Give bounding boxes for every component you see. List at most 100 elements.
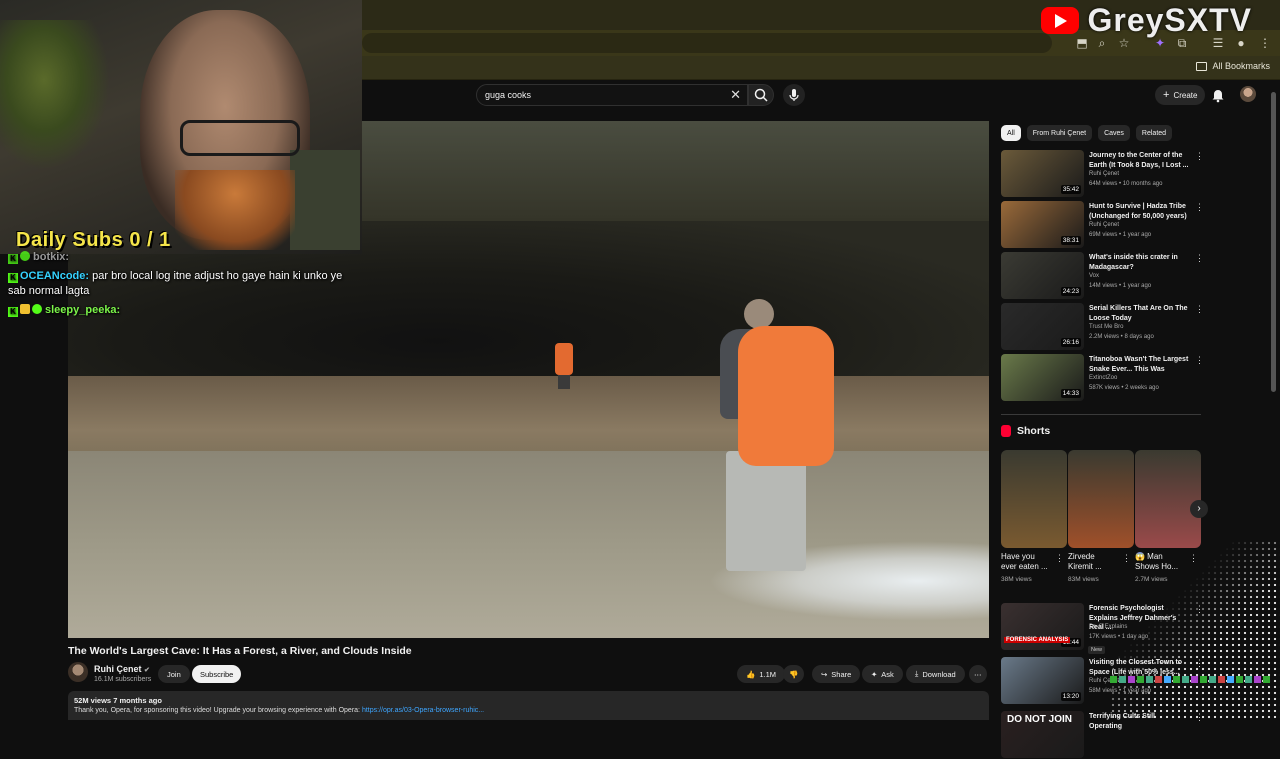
- video-title[interactable]: Journey to the Center of the Earth (It T…: [1089, 151, 1189, 170]
- share-button[interactable]: ↪ Share: [812, 665, 861, 683]
- more-actions-button[interactable]: ⋯: [969, 665, 987, 683]
- streamer-webcam: [0, 0, 362, 254]
- short-title[interactable]: Have you ever eaten ...: [1001, 552, 1049, 572]
- distant-hiker-legs: [558, 375, 570, 389]
- chip-caves[interactable]: Caves: [1098, 125, 1130, 141]
- shorts-next-arrow[interactable]: ›: [1190, 500, 1208, 518]
- thumbs-down-icon: 👎: [789, 669, 799, 679]
- daily-subs-counter: Daily Subs 0 / 1: [16, 229, 171, 251]
- all-bookmarks-button[interactable]: All Bookmarks: [1196, 61, 1270, 71]
- video-title[interactable]: Hunt to Survive | Hadza Tribe (Unchanged…: [1089, 202, 1189, 221]
- channel-name[interactable]: ExtinctZoo: [1089, 375, 1117, 381]
- create-button[interactable]: + Create: [1155, 85, 1206, 105]
- more-options-icon[interactable]: ⋮: [1195, 305, 1204, 314]
- video-duration: 14:33: [1060, 389, 1081, 398]
- download-button[interactable]: ⤓ Download: [906, 665, 965, 683]
- video-meta: 64M views • 10 months ago: [1089, 181, 1163, 187]
- sparkle-icon: ✦: [871, 669, 878, 679]
- orange-backpack: [738, 326, 834, 466]
- more-options-icon[interactable]: ⋮: [1195, 356, 1204, 365]
- subscriber-count: 16.1M subscribers: [94, 676, 152, 683]
- recommendation-item[interactable]: 26:16 Serial Killers That Are On The Loos…: [1001, 303, 1204, 351]
- subscribe-button[interactable]: Subscribe: [192, 665, 242, 683]
- search-icon: [754, 88, 768, 102]
- video-title[interactable]: Titanoboa Wasn't The Largest Snake Ever.…: [1089, 355, 1189, 374]
- chat-username: OCEANcode:: [20, 270, 90, 282]
- recommendation-item[interactable]: 38:31 Hunt to Survive | Hadza Tribe (Unch…: [1001, 201, 1204, 249]
- color-squares-decoration: [1110, 676, 1270, 683]
- video-thumbnail[interactable]: 35:42: [1001, 150, 1084, 197]
- short-thumbnail[interactable]: [1135, 450, 1201, 548]
- chip-all[interactable]: All: [1001, 125, 1021, 141]
- more-options-icon[interactable]: ⋮: [1195, 152, 1204, 161]
- chip-from-channel[interactable]: From Ruhi Çenet: [1026, 125, 1093, 141]
- recommendation-item[interactable]: 24:23 What's inside this crater in Madaga…: [1001, 252, 1204, 300]
- search-button[interactable]: [748, 84, 774, 106]
- shorts-icon: [1001, 425, 1011, 437]
- view-count-date: 52M views 7 months ago: [74, 696, 162, 705]
- description-box[interactable]: 52M views 7 months ago Thank you, Opera,…: [68, 691, 989, 720]
- channel-name-text: Ruhi Çenet: [94, 664, 142, 674]
- page-scrollbar[interactable]: [1271, 92, 1276, 392]
- account-avatar[interactable]: [1240, 86, 1256, 102]
- join-button[interactable]: Join: [158, 665, 190, 683]
- chat-message: K OCEANcode: par bro local log itne adjus…: [8, 269, 348, 299]
- recommendation-item[interactable]: 35:42 Journey to the Center of the Earth …: [1001, 150, 1204, 198]
- short-views: 38M views: [1001, 576, 1032, 583]
- video-title[interactable]: Serial Killers That Are On The Loose Tod…: [1089, 304, 1189, 323]
- like-count: 1.1M: [759, 669, 777, 679]
- chip-related[interactable]: Related: [1135, 125, 1173, 141]
- channel-name[interactable]: Ruhi Çenet ✔: [94, 664, 150, 674]
- search-box: ✕: [476, 84, 748, 106]
- video-thumbnail[interactable]: 26:16: [1001, 303, 1084, 350]
- browser-menu-icon[interactable]: ⋮: [1257, 35, 1273, 51]
- chat-message: Ksleepy_peeka:: [8, 303, 348, 318]
- kick-badge-icon: K: [8, 273, 18, 283]
- more-options-icon[interactable]: ⋮: [1195, 203, 1204, 212]
- like-button[interactable]: 👍 1.1M: [737, 665, 786, 683]
- chat-username: sleepy_peeka:: [45, 304, 121, 316]
- share-icon: ↪: [821, 669, 828, 679]
- more-options-icon[interactable]: ⋮: [1195, 254, 1204, 263]
- clear-search-icon[interactable]: ✕: [730, 87, 741, 103]
- description-link[interactable]: https://opr.as/03-Opera-browser-ruhic...: [362, 707, 484, 714]
- video-title[interactable]: What's inside this crater in Madagascar?: [1089, 253, 1189, 272]
- all-bookmarks-label: All Bookmarks: [1212, 61, 1270, 71]
- dislike-button[interactable]: 👎: [783, 665, 805, 683]
- video-duration: 24:23: [1060, 287, 1081, 296]
- notifications-bell-icon[interactable]: [1211, 87, 1225, 103]
- voice-search-button[interactable]: [783, 84, 805, 106]
- share-label: Share: [831, 669, 852, 679]
- channel-name[interactable]: Ruhi Çenet: [1089, 222, 1119, 228]
- channel-avatar[interactable]: [68, 662, 88, 682]
- video-thumbnail[interactable]: 13:20: [1001, 657, 1084, 704]
- folder-icon: [1196, 61, 1208, 71]
- recommendation-item[interactable]: 14:33 Titanoboa Wasn't The Largest Snake …: [1001, 354, 1204, 402]
- ask-button[interactable]: ✦ Ask: [862, 665, 903, 683]
- description-text: Thank you, Opera, for sponsoring this vi…: [74, 707, 983, 714]
- address-bar[interactable]: [362, 33, 1052, 53]
- short-thumbnail[interactable]: [1068, 450, 1134, 548]
- channel-name[interactable]: Ruhi Çenet: [1089, 171, 1119, 177]
- channel-name[interactable]: Trust Me Bro: [1089, 324, 1123, 330]
- video-thumbnail[interactable]: 24:23: [1001, 252, 1084, 299]
- video-thumbnail[interactable]: 14:33: [1001, 354, 1084, 401]
- description-line: Thank you, Opera, for sponsoring this vi…: [74, 707, 360, 714]
- channel-name[interactable]: Vox: [1089, 273, 1099, 279]
- hiker-legs: [726, 451, 806, 571]
- ask-label: Ask: [881, 669, 894, 679]
- video-duration: 13:20: [1060, 692, 1081, 701]
- verified-icon: ✔: [144, 667, 150, 674]
- video-thumbnail[interactable]: DO NOT JOIN: [1001, 711, 1084, 758]
- new-badge: New: [1088, 646, 1106, 654]
- chat-message: Kbotkix:: [8, 250, 348, 265]
- video-duration: 38:31: [1060, 236, 1081, 245]
- short-title[interactable]: Zirvede Kiremit ...: [1068, 552, 1116, 572]
- short-thumbnail[interactable]: [1001, 450, 1067, 548]
- video-thumbnail[interactable]: 38:31: [1001, 201, 1084, 248]
- video-duration: 26:16: [1060, 338, 1081, 347]
- search-input[interactable]: [483, 87, 723, 103]
- join-label: Join: [167, 669, 181, 679]
- video-thumbnail[interactable]: 18:44 FORENSIC ANALYSIS: [1001, 603, 1084, 650]
- more-options-icon[interactable]: ⋮: [1055, 554, 1064, 563]
